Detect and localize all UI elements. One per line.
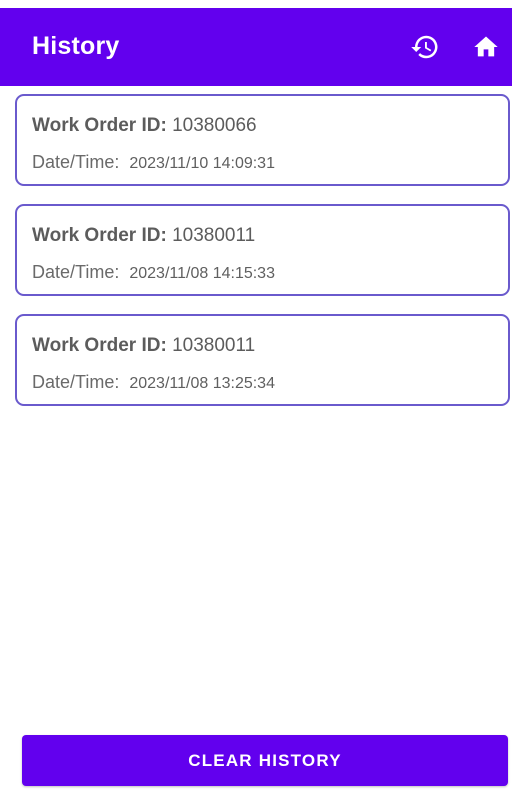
- status-strip: [0, 0, 512, 8]
- work-order-id-label: Work Order ID:: [32, 225, 167, 246]
- datetime-label: Date/Time:: [32, 372, 120, 392]
- datetime-row: Date/Time: 2023/11/10 14:09:31: [32, 152, 275, 173]
- work-order-id-row: Work Order ID: 10380066: [32, 115, 257, 137]
- app-bar: History: [0, 8, 512, 86]
- work-order-card[interactable]: Work Order ID: 10380011 Date/Time: 2023/1…: [15, 314, 510, 406]
- datetime-label: Date/Time:: [32, 262, 120, 282]
- clear-history-button[interactable]: CLEAR HISTORY: [22, 735, 508, 786]
- work-order-id-value: 10380066: [172, 115, 257, 136]
- history-button[interactable]: [408, 30, 442, 64]
- work-order-id-value: 10380011: [172, 225, 256, 246]
- work-order-list: Work Order ID: 10380066 Date/Time: 2023/1…: [15, 94, 512, 424]
- datetime-value: 2023/11/08 14:15:33: [129, 265, 275, 282]
- page-title: History: [32, 32, 120, 60]
- work-order-id-row: Work Order ID: 10380011: [32, 225, 255, 247]
- datetime-value: 2023/11/08 13:25:34: [129, 375, 275, 392]
- datetime-label: Date/Time:: [32, 152, 120, 172]
- work-order-id-label: Work Order ID:: [32, 335, 167, 356]
- datetime-row: Date/Time: 2023/11/08 13:25:34: [32, 372, 275, 393]
- work-order-id-row: Work Order ID: 10380011: [32, 335, 255, 357]
- work-order-id-value: 10380011: [172, 335, 256, 356]
- datetime-row: Date/Time: 2023/11/08 14:15:33: [32, 262, 275, 283]
- home-button[interactable]: [469, 30, 503, 64]
- history-icon: [411, 35, 438, 59]
- work-order-card[interactable]: Work Order ID: 10380066 Date/Time: 2023/1…: [15, 94, 510, 186]
- work-order-card[interactable]: Work Order ID: 10380011 Date/Time: 2023/1…: [15, 204, 510, 296]
- work-order-id-label: Work Order ID:: [32, 115, 167, 136]
- home-icon: [474, 36, 498, 57]
- datetime-value: 2023/11/10 14:09:31: [129, 155, 275, 172]
